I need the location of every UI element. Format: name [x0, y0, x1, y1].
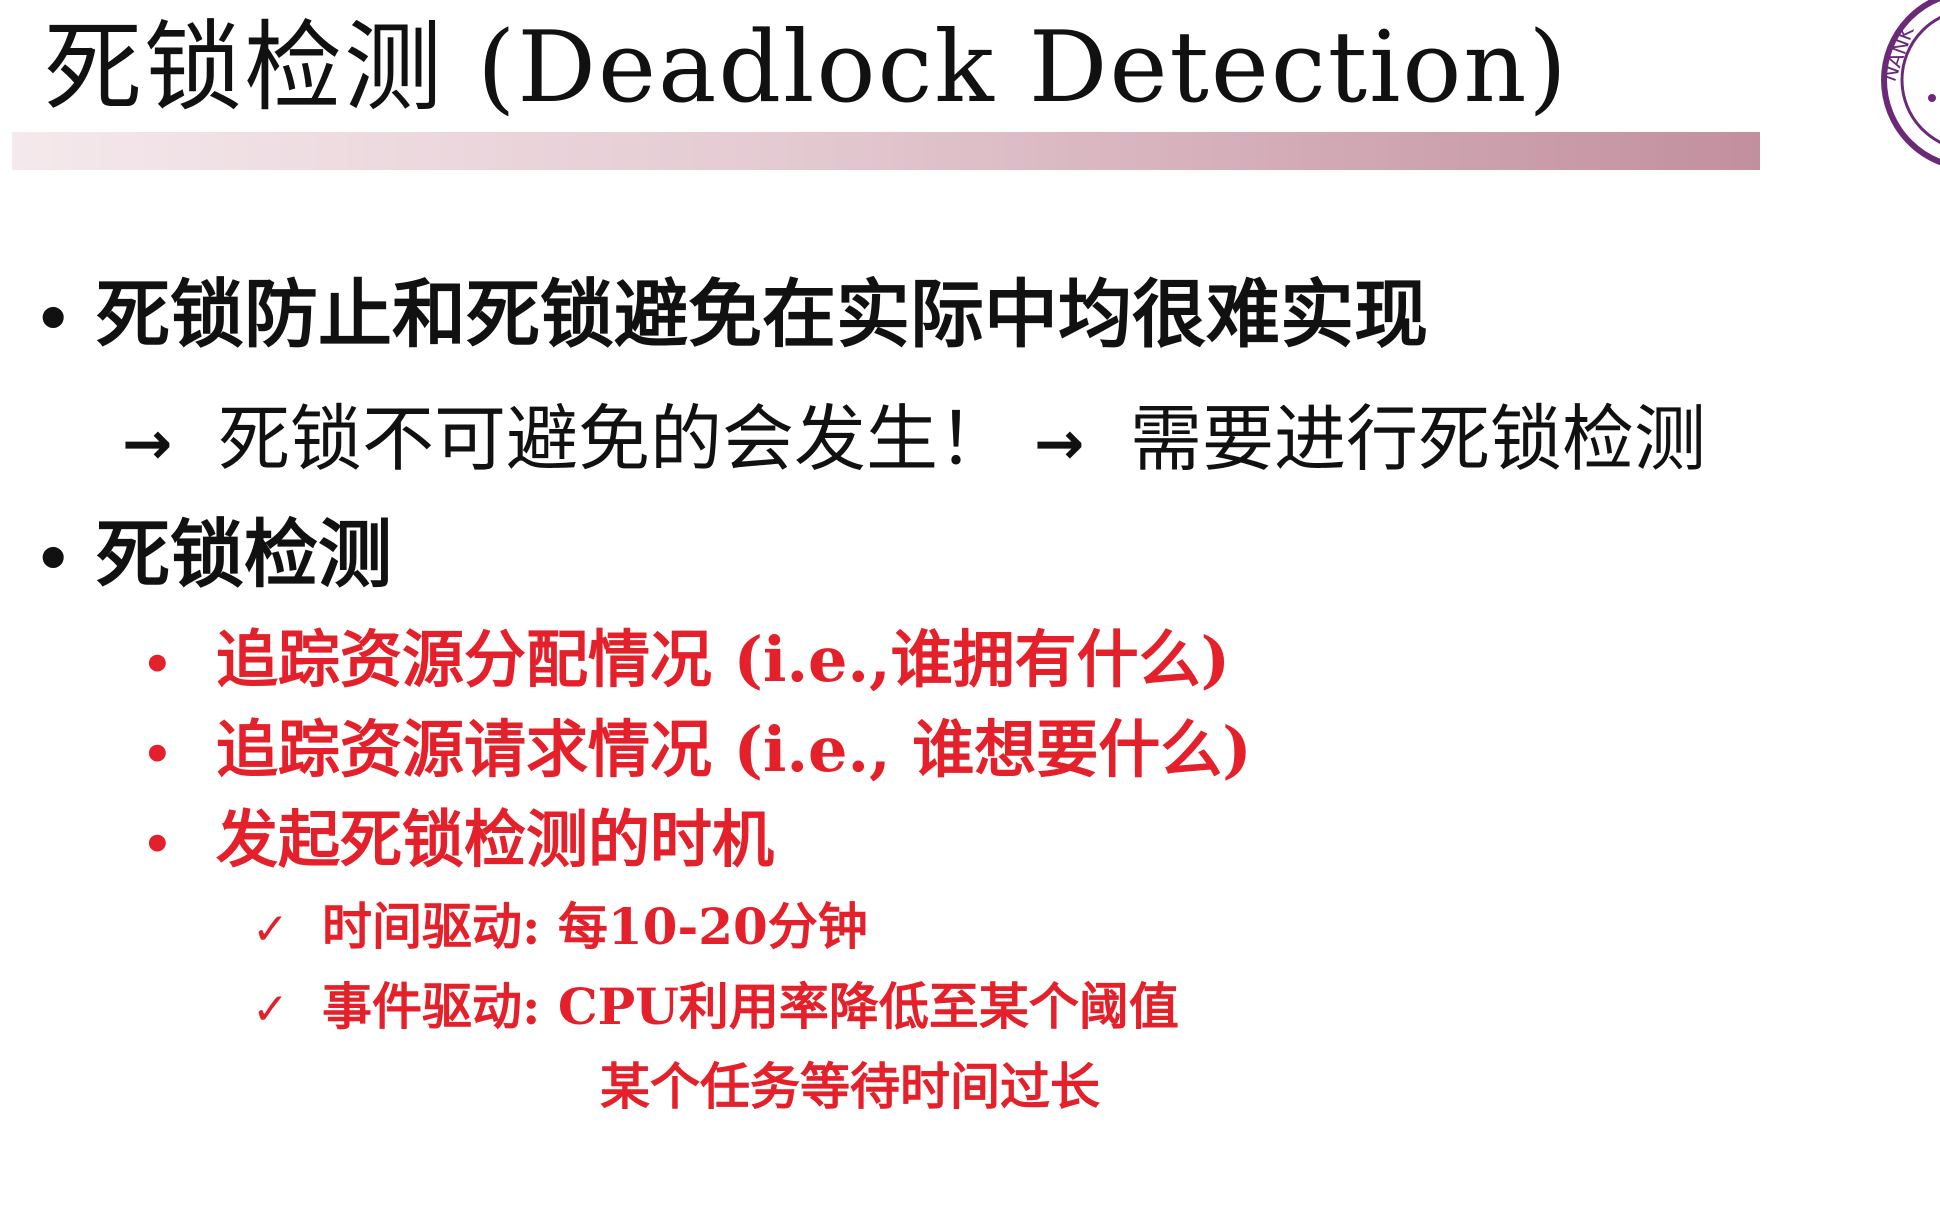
sub-bullet-text: 发起死锁检测的时机: [216, 803, 775, 876]
slide: 死锁检测 (Deadlock Detection) NANK • 死锁防止和死锁避…: [0, 0, 1940, 1226]
university-seal-icon: NANK: [1877, 0, 1940, 166]
checkmark-icon: ✓: [252, 904, 289, 955]
check-item-text: 事件驱动: CPU利用率降低至某个阈值: [322, 977, 1179, 1036]
bullet-icon: •: [34, 525, 73, 595]
bullet-text-1: 死锁防止和死锁避免在实际中均很难实现: [96, 272, 1428, 358]
sub-bullet-2: • 追踪资源请求情况 (i.e., 谁想要什么): [142, 708, 1252, 792]
bullet-text-2: 死锁检测: [96, 512, 392, 598]
sub-bullet-1: • 追踪资源分配情况 (i.e.,谁拥有什么): [142, 618, 1230, 702]
slide-title: 死锁检测 (Deadlock Detection): [44, 11, 1569, 125]
bullet-icon: •: [34, 285, 73, 355]
bullet-line-2: • 死锁检测: [34, 510, 392, 600]
arrow-line: → 死锁不可避免的会发生！ → 需要进行死锁检测: [122, 394, 1706, 484]
bullet-icon: •: [142, 637, 173, 693]
sub-bullet-text: 追踪资源请求情况 (i.e., 谁想要什么): [216, 713, 1252, 786]
seal-text: NANK: [1877, 22, 1919, 84]
check-item-1: ✓ 时间驱动: 每10-20分钟: [252, 892, 868, 962]
bullet-icon: •: [142, 727, 173, 783]
check-item-2: ✓ 事件驱动: CPU利用率降低至某个阈值: [252, 972, 1179, 1042]
arrow-right-icon: →: [122, 409, 173, 479]
check-item-continuation: 某个任务等待时间过长: [600, 1057, 1100, 1116]
arrow-text-2: 需要进行死锁检测: [1130, 397, 1707, 481]
title-underline-bar: [12, 132, 1760, 170]
check-item-text: 时间驱动: 每10-20分钟: [322, 897, 868, 956]
checkmark-icon: ✓: [252, 984, 289, 1035]
sub-bullet-3: • 发起死锁检测的时机: [142, 798, 774, 882]
sub-bullet-text: 追踪资源分配情况 (i.e.,谁拥有什么): [216, 623, 1231, 696]
arrow-text-1: 死锁不可避免的会发生！: [218, 397, 1011, 481]
bullet-line-1: • 死锁防止和死锁避免在实际中均很难实现: [34, 270, 1428, 360]
arrow-right-icon: →: [1034, 409, 1085, 479]
bullet-icon: •: [142, 817, 173, 873]
